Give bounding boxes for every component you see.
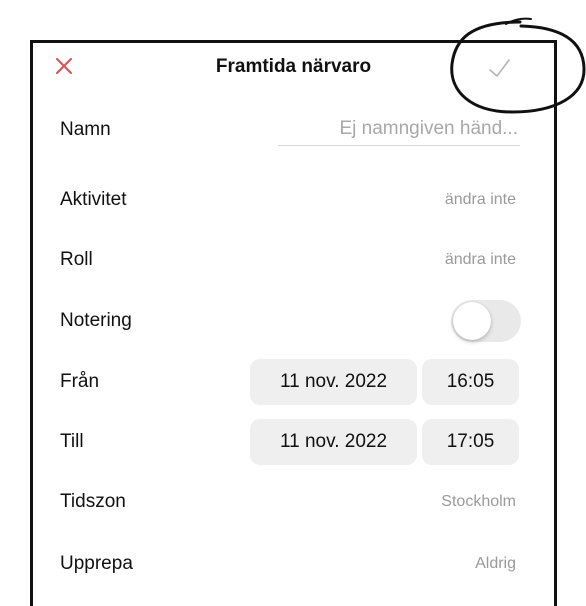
to-time-button[interactable]: 17:05 [422, 419, 519, 465]
repeat-label: Upprepa [60, 553, 133, 574]
name-label: Namn [60, 119, 111, 140]
screen-frame: Framtida närvaro Namn Aktivitet ändra in… [30, 40, 557, 606]
repeat-value[interactable]: Aldrig [475, 555, 516, 573]
timezone-label: Tidszon [60, 491, 126, 512]
to-date-button[interactable]: 11 nov. 2022 [250, 419, 417, 465]
activity-label: Aktivitet [60, 189, 127, 210]
note-label: Notering [60, 310, 132, 331]
page-title: Framtida närvaro [215, 56, 372, 77]
to-label: Till [60, 431, 84, 452]
row-note: Notering [33, 291, 554, 351]
row-role[interactable]: Roll ändra inte [33, 230, 554, 290]
from-label: Från [60, 371, 100, 392]
note-toggle[interactable] [451, 300, 521, 342]
from-date-button[interactable]: 11 nov. 2022 [250, 359, 417, 405]
toggle-knob [453, 302, 491, 340]
activity-value[interactable]: ändra inte [445, 191, 516, 209]
name-input[interactable] [278, 116, 520, 146]
row-name: Namn [33, 100, 554, 160]
from-time-button[interactable]: 16:05 [422, 359, 519, 405]
timezone-value[interactable]: Stockholm [441, 493, 516, 511]
confirm-button[interactable] [485, 55, 515, 83]
row-timezone[interactable]: Tidszon Stockholm [33, 472, 554, 532]
row-from: Från 11 nov. 2022 16:05 [33, 352, 554, 412]
navbar: Framtida närvaro [33, 43, 554, 95]
checkmark-icon [489, 59, 510, 77]
role-value[interactable]: ändra inte [445, 251, 516, 269]
row-activity[interactable]: Aktivitet ändra inte [33, 170, 554, 230]
role-label: Roll [60, 249, 93, 270]
row-to: Till 11 nov. 2022 17:05 [33, 412, 554, 472]
row-repeat[interactable]: Upprepa Aldrig [33, 534, 554, 594]
